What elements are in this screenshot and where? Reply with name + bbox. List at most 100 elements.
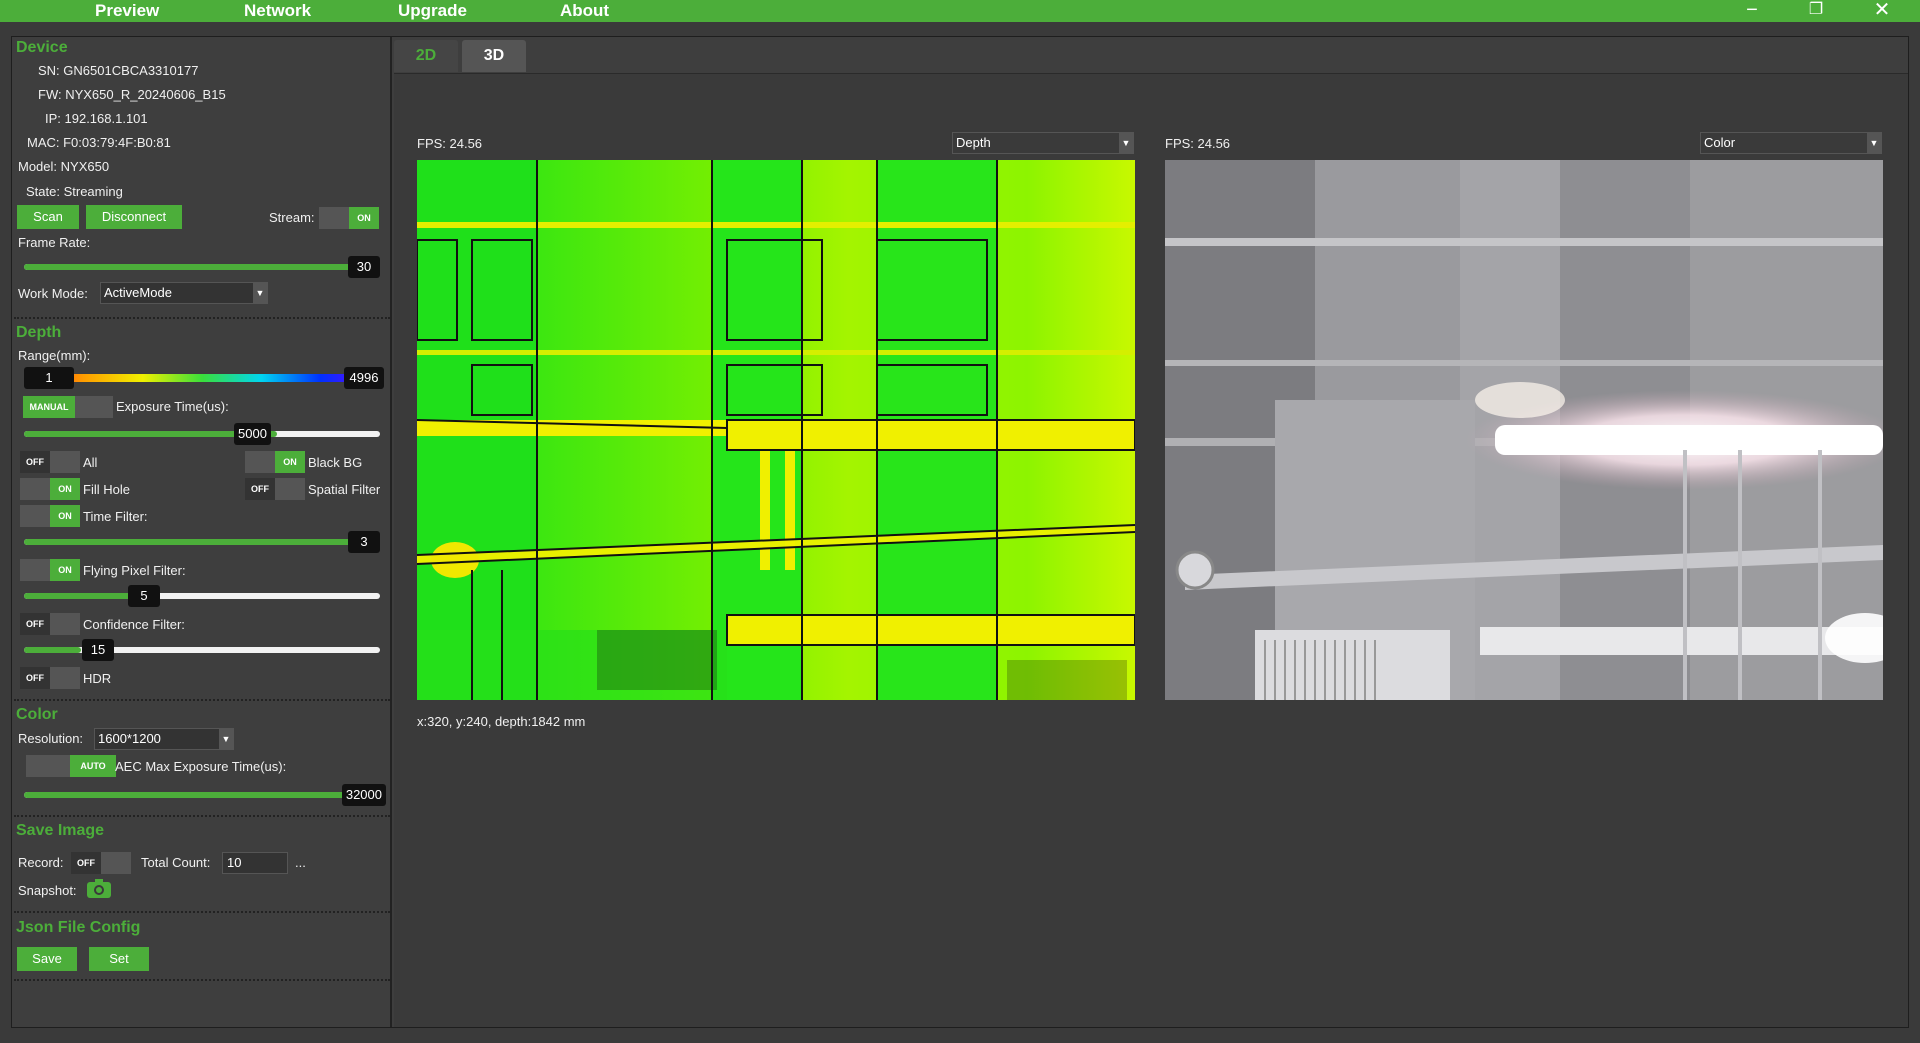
scan-button[interactable]: Scan [17, 205, 79, 229]
resolution-label: Resolution: [18, 731, 84, 746]
depth-fps: FPS: 24.56 [417, 136, 483, 151]
slider-fill [24, 792, 370, 798]
confidence-value: 15 [82, 639, 114, 661]
aec-slider[interactable]: 32000 [24, 784, 386, 806]
spatial-filter-toggle-state: OFF [245, 478, 275, 500]
slider-fill [24, 647, 81, 653]
all-label: All [83, 455, 98, 470]
frame-rate-slider[interactable]: 30 [24, 256, 380, 278]
depth-map-render [417, 160, 1135, 700]
divider [14, 911, 390, 913]
flying-pixel-toggle[interactable]: ON [20, 559, 80, 581]
time-filter-toggle-state: ON [50, 505, 80, 527]
spatial-filter-toggle[interactable]: OFF [245, 478, 305, 500]
minimize-icon[interactable]: − [1740, 0, 1764, 22]
restore-icon[interactable]: ❐ [1804, 0, 1828, 22]
chevron-down-icon: ▼ [219, 729, 233, 749]
settings-panel: Device SN: GN6501CBCA3310177 FW: NYX650_… [12, 37, 392, 1027]
divider [14, 979, 390, 981]
menu-upgrade[interactable]: Upgrade [398, 0, 467, 21]
menu-bar: Preview Network Upgrade About − ❐ ✕ [0, 0, 1920, 22]
confidence-slider[interactable]: 15 [24, 639, 380, 661]
record-toggle[interactable]: OFF [71, 852, 131, 874]
json-set-button[interactable]: Set [89, 947, 149, 971]
chevron-down-icon: ▼ [253, 283, 267, 303]
device-model: Model: NYX650 [18, 159, 110, 174]
time-filter-toggle[interactable]: ON [20, 505, 80, 527]
aec-toggle[interactable]: AUTO [26, 755, 116, 777]
black-bg-label: Black BG [308, 455, 363, 470]
confidence-toggle-state: OFF [20, 613, 50, 635]
frame-rate-value: 30 [348, 256, 380, 278]
exposure-slider[interactable]: 5000 [24, 423, 380, 445]
device-sn: SN: GN6501CBCA3310177 [38, 63, 199, 78]
fill-hole-toggle[interactable]: ON [20, 478, 80, 500]
range-min-value[interactable]: 1 [24, 367, 74, 389]
hdr-toggle-state: OFF [20, 667, 50, 689]
black-bg-toggle-state: ON [275, 451, 305, 473]
preview-area: FPS: 24.56 Depth ▼ x:320, y:240, depth:1… [394, 73, 1908, 1027]
main-frame: Device SN: GN6501CBCA3310177 FW: NYX650_… [11, 36, 1909, 1028]
depth-mode-value: Depth [956, 135, 991, 150]
all-toggle[interactable]: OFF [20, 451, 80, 473]
stream-label: Stream: [269, 210, 315, 225]
snapshot-label: Snapshot: [18, 883, 77, 898]
depth-image[interactable] [417, 160, 1135, 700]
camera-icon[interactable] [87, 879, 111, 898]
depth-mode-select[interactable]: Depth ▼ [952, 132, 1134, 154]
aec-label: AEC Max Exposure Time(us): [115, 759, 287, 774]
slider-fill [24, 264, 370, 270]
record-label: Record: [18, 855, 64, 870]
color-section-title: Color [16, 706, 58, 723]
range-max-value[interactable]: 4996 [344, 367, 384, 389]
work-mode-label: Work Mode: [18, 286, 88, 301]
fill-hole-toggle-state: ON [50, 478, 80, 500]
flying-pixel-value: 5 [128, 585, 160, 607]
depth-readout: x:320, y:240, depth:1842 mm [417, 714, 586, 729]
confidence-label: Confidence Filter: [83, 617, 185, 632]
device-state: State: Streaming [26, 184, 123, 199]
depth-range-colorbar[interactable] [24, 374, 380, 382]
browse-button[interactable]: ... [295, 855, 306, 870]
tab-3d[interactable]: 3D [462, 40, 526, 72]
spatial-filter-label: Spatial Filter [308, 482, 381, 497]
color-fps: FPS: 24.56 [1165, 136, 1231, 151]
tab-2d[interactable]: 2D [394, 40, 458, 72]
divider [14, 815, 390, 817]
stream-toggle[interactable]: ON [319, 207, 379, 229]
color-camera-render [1165, 160, 1883, 700]
device-section-title: Device [16, 39, 68, 56]
device-mac: MAC: F0:03:79:4F:B0:81 [27, 135, 171, 150]
range-label: Range(mm): [18, 348, 91, 363]
exposure-mode-toggle[interactable]: MANUAL [23, 396, 113, 418]
confidence-toggle[interactable]: OFF [20, 613, 80, 635]
resolution-select[interactable]: 1600*1200 ▼ [94, 728, 234, 750]
json-save-button[interactable]: Save [17, 947, 77, 971]
menu-about[interactable]: About [560, 0, 609, 21]
hdr-toggle[interactable]: OFF [20, 667, 80, 689]
divider [14, 317, 390, 319]
flying-pixel-label: Flying Pixel Filter: [83, 563, 186, 578]
close-icon[interactable]: ✕ [1870, 0, 1894, 22]
black-bg-toggle[interactable]: ON [245, 451, 305, 473]
stream-toggle-state: ON [349, 207, 379, 229]
slider-fill [24, 593, 135, 599]
slider-fill [24, 539, 370, 545]
total-count-input[interactable]: 10 [222, 852, 288, 874]
hdr-label: HDR [83, 671, 112, 686]
resolution-value: 1600*1200 [98, 731, 161, 746]
disconnect-button[interactable]: Disconnect [86, 205, 182, 229]
color-mode-select[interactable]: Color ▼ [1700, 132, 1882, 154]
chevron-down-icon: ▼ [1119, 133, 1133, 153]
menu-preview[interactable]: Preview [95, 0, 159, 21]
menu-network[interactable]: Network [244, 0, 311, 21]
frame-rate-label: Frame Rate: [18, 235, 91, 250]
record-toggle-state: OFF [71, 852, 101, 874]
time-filter-value: 3 [348, 531, 380, 553]
work-mode-select[interactable]: ActiveMode ▼ [100, 282, 268, 304]
device-fw: FW: NYX650_R_20240606_B15 [38, 87, 226, 102]
color-image[interactable] [1165, 160, 1883, 700]
time-filter-slider[interactable]: 3 [24, 531, 380, 553]
json-config-section-title: Json File Config [16, 919, 141, 936]
flying-pixel-slider[interactable]: 5 [24, 585, 380, 607]
